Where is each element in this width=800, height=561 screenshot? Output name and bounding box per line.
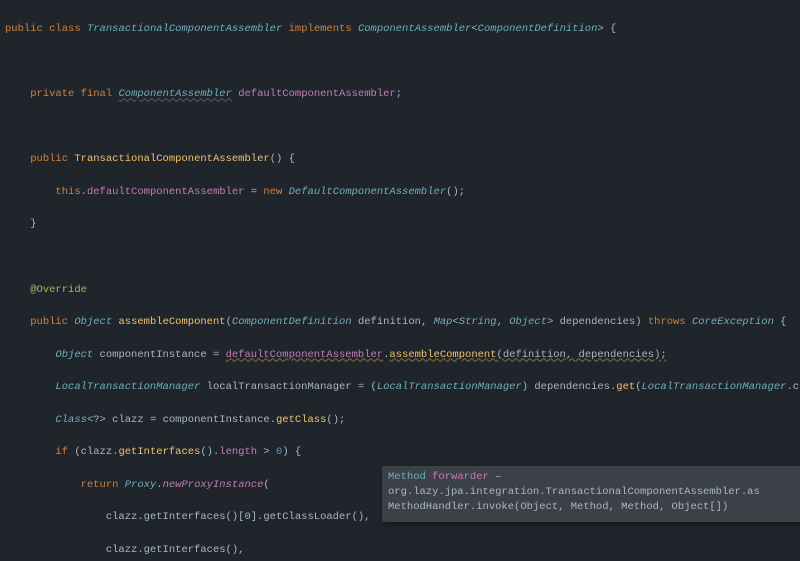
code-line: this.defaultComponentAssembler = new Def… — [5, 184, 800, 200]
code-line — [5, 54, 800, 70]
tooltip-line: MethodHandler.invoke(Object, Method, Met… — [388, 500, 800, 515]
code-line: if (clazz.getInterfaces().length > 0) { — [5, 444, 800, 460]
code-line: LocalTransactionManager localTransaction… — [5, 379, 800, 395]
code-line — [5, 119, 800, 135]
code-line: Class<?> clazz = componentInstance.getCl… — [5, 412, 800, 428]
code-line: public class TransactionalComponentAssem… — [5, 21, 800, 37]
quick-doc-tooltip: Method forwarder – org.lazy.jpa.integrat… — [382, 466, 800, 522]
tooltip-line: Method forwarder – org.lazy.jpa.integrat… — [388, 470, 800, 500]
code-line: } — [5, 216, 800, 232]
code-line: Object componentInstance = defaultCompon… — [5, 347, 800, 363]
code-line: public TransactionalComponentAssembler()… — [5, 151, 800, 167]
code-line: public Object assembleComponent(Componen… — [5, 314, 800, 330]
code-line: private final ComponentAssembler default… — [5, 86, 800, 102]
code-line — [5, 249, 800, 265]
code-line: clazz.getInterfaces(), — [5, 542, 800, 558]
code-line: @Override — [5, 282, 800, 298]
